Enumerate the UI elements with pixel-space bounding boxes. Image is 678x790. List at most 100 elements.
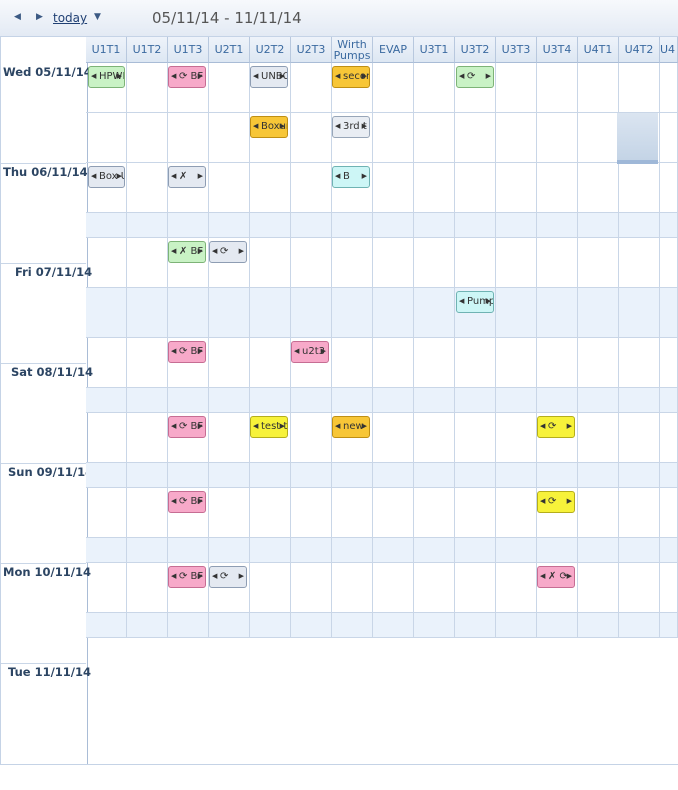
time-slot[interactable] xyxy=(414,338,455,388)
resize-left-icon[interactable]: ◀ xyxy=(294,347,299,355)
time-slot[interactable] xyxy=(127,213,168,238)
time-slot[interactable] xyxy=(332,563,373,613)
time-slot[interactable] xyxy=(496,563,537,613)
time-slot[interactable] xyxy=(291,113,332,163)
time-slot[interactable] xyxy=(209,113,250,163)
time-slot[interactable] xyxy=(373,113,414,163)
time-slot[interactable] xyxy=(496,63,537,113)
time-slot[interactable] xyxy=(86,463,127,488)
next-week-button[interactable]: ▶ xyxy=(36,12,43,22)
time-slot[interactable] xyxy=(619,338,660,388)
today-link[interactable]: today xyxy=(53,11,87,25)
resize-right-icon[interactable]: ▶ xyxy=(486,72,491,80)
resize-left-icon[interactable]: ◀ xyxy=(91,172,96,180)
resize-right-icon[interactable]: ▶ xyxy=(321,347,326,355)
time-slot[interactable] xyxy=(578,463,619,488)
resize-right-icon[interactable]: ▶ xyxy=(567,572,572,580)
calendar-event[interactable]: ◀ ✗ ⟳ ▶ xyxy=(537,566,575,588)
resize-right-icon[interactable]: ▶ xyxy=(117,72,122,80)
time-slot[interactable] xyxy=(455,538,496,563)
time-slot[interactable] xyxy=(537,388,578,413)
time-slot[interactable] xyxy=(619,413,660,463)
time-slot[interactable] xyxy=(373,213,414,238)
calendar-event[interactable]: ◀ new ▶ xyxy=(332,416,370,438)
resize-left-icon[interactable]: ◀ xyxy=(540,572,545,580)
time-slot[interactable] xyxy=(373,238,414,288)
time-slot[interactable] xyxy=(496,538,537,563)
time-slot[interactable] xyxy=(414,63,455,113)
time-slot[interactable] xyxy=(86,488,127,538)
column-header-u2t3[interactable]: U2T3 xyxy=(291,37,332,63)
calendar-event[interactable]: ◀ ⟳ ▶ xyxy=(537,416,575,438)
time-slot[interactable] xyxy=(578,238,619,288)
resize-right-icon[interactable]: ▶ xyxy=(280,72,285,80)
resize-right-icon[interactable]: ▶ xyxy=(198,572,203,580)
time-slot[interactable] xyxy=(578,213,619,238)
time-slot[interactable] xyxy=(537,613,578,638)
time-slot[interactable] xyxy=(291,388,332,413)
time-slot[interactable] xyxy=(660,538,678,563)
time-slot[interactable] xyxy=(127,563,168,613)
time-slot[interactable] xyxy=(86,538,127,563)
time-slot[interactable] xyxy=(209,538,250,563)
resize-left-icon[interactable]: ◀ xyxy=(335,172,340,180)
time-slot[interactable] xyxy=(414,163,455,213)
time-slot[interactable] xyxy=(619,63,660,113)
time-slot[interactable] xyxy=(660,388,678,413)
time-slot[interactable] xyxy=(496,488,537,538)
time-slot[interactable] xyxy=(496,238,537,288)
resize-right-icon[interactable]: ▶ xyxy=(198,247,203,255)
time-slot[interactable] xyxy=(660,463,678,488)
time-slot[interactable] xyxy=(373,613,414,638)
time-slot[interactable] xyxy=(537,463,578,488)
resize-right-icon[interactable]: ▶ xyxy=(362,122,367,130)
time-slot[interactable] xyxy=(86,413,127,463)
time-slot[interactable] xyxy=(537,63,578,113)
time-slot[interactable] xyxy=(168,538,209,563)
resize-right-icon[interactable]: ▶ xyxy=(567,497,572,505)
calendar-event[interactable]: ◀ u2t3 ▶ xyxy=(291,341,329,363)
time-slot[interactable] xyxy=(537,538,578,563)
resize-left-icon[interactable]: ◀ xyxy=(335,122,340,130)
time-slot[interactable] xyxy=(455,613,496,638)
time-slot[interactable] xyxy=(209,213,250,238)
time-slot[interactable] xyxy=(250,488,291,538)
time-slot[interactable] xyxy=(455,388,496,413)
time-slot[interactable] xyxy=(209,413,250,463)
time-slot[interactable] xyxy=(578,538,619,563)
time-slot[interactable] xyxy=(168,113,209,163)
time-slot[interactable] xyxy=(250,238,291,288)
time-slot[interactable] xyxy=(332,388,373,413)
time-slot[interactable] xyxy=(209,63,250,113)
resize-right-icon[interactable]: ▶ xyxy=(117,172,122,180)
time-slot[interactable] xyxy=(127,63,168,113)
time-slot[interactable] xyxy=(660,563,678,613)
time-slot[interactable] xyxy=(86,288,127,338)
time-slot[interactable] xyxy=(86,388,127,413)
time-slot[interactable] xyxy=(250,563,291,613)
time-slot[interactable] xyxy=(660,413,678,463)
time-slot[interactable] xyxy=(250,463,291,488)
time-slot[interactable] xyxy=(373,288,414,338)
time-slot[interactable] xyxy=(578,388,619,413)
time-slot[interactable] xyxy=(414,388,455,413)
calendar-event[interactable]: ◀ ⟳ BF ▶ xyxy=(168,491,206,513)
time-slot[interactable] xyxy=(660,113,678,163)
time-slot[interactable] xyxy=(496,113,537,163)
time-slot[interactable] xyxy=(660,213,678,238)
time-slot[interactable] xyxy=(619,563,660,613)
time-slot[interactable] xyxy=(537,288,578,338)
time-slot[interactable] xyxy=(332,288,373,338)
time-slot[interactable] xyxy=(619,538,660,563)
resize-right-icon[interactable]: ▶ xyxy=(239,572,244,580)
resize-right-icon[interactable]: ▶ xyxy=(280,122,285,130)
time-slot[interactable] xyxy=(209,288,250,338)
time-slot[interactable] xyxy=(496,338,537,388)
resize-left-icon[interactable]: ◀ xyxy=(459,72,464,80)
time-slot[interactable] xyxy=(414,113,455,163)
resize-right-icon[interactable]: ▶ xyxy=(362,422,367,430)
time-slot[interactable] xyxy=(414,563,455,613)
resize-right-icon[interactable]: ▶ xyxy=(239,247,244,255)
time-slot[interactable] xyxy=(619,463,660,488)
time-slot[interactable] xyxy=(660,613,678,638)
